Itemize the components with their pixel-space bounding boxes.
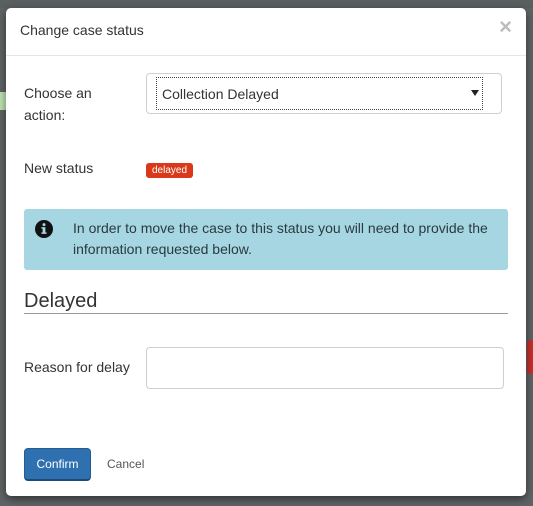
alert-message: In order to move the case to this status… — [73, 220, 488, 257]
info-alert: In order to move the case to this status… — [24, 209, 508, 270]
status-badge: delayed — [146, 163, 194, 178]
info-icon — [35, 220, 53, 238]
section-title: Delayed — [24, 290, 98, 312]
reason-input[interactable] — [146, 347, 504, 389]
action-select-value: Collection Delayed — [162, 86, 279, 102]
action-select[interactable]: Collection Delayed — [146, 73, 502, 114]
modal-header: Change case status × — [6, 8, 526, 56]
background-page-button-fragment — [527, 340, 533, 374]
chevron-down-icon — [471, 90, 479, 96]
confirm-button[interactable]: Confirm — [24, 448, 91, 481]
action-label: Choose an action: — [24, 85, 92, 123]
reason-label: Reason for delay — [24, 359, 130, 375]
close-button[interactable]: × — [499, 16, 512, 38]
action-select-focus-ring: Collection Delayed — [156, 77, 483, 110]
section-divider — [24, 313, 508, 314]
change-status-modal: Change case status × Choose an action: C… — [6, 8, 526, 496]
backdrop — [0, 0, 533, 8]
modal-title: Change case status — [20, 22, 144, 38]
cancel-button[interactable]: Cancel — [107, 457, 144, 471]
new-status-label: New status — [24, 160, 94, 176]
